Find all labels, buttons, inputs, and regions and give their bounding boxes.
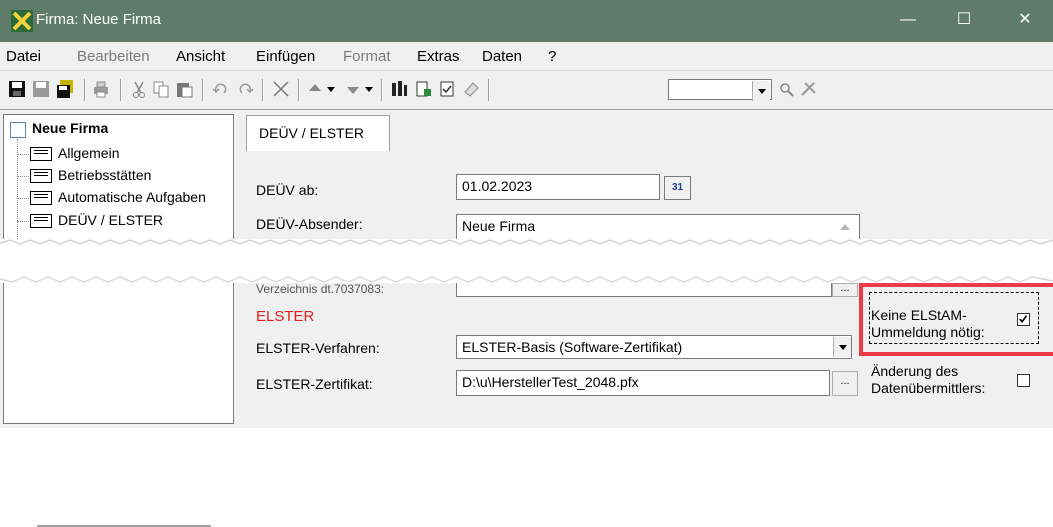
save-all-icon[interactable]	[56, 80, 74, 98]
minimize-button[interactable]: —	[880, 0, 936, 42]
calendar-icon[interactable]: 31	[664, 176, 691, 200]
toolbar-separator	[84, 79, 86, 101]
tree-root-icon	[10, 122, 26, 138]
folder-icon	[30, 147, 52, 161]
toolbar-separator	[488, 79, 490, 101]
toolbar-separator	[298, 79, 300, 101]
window-title: Firma: Neue Firma	[36, 11, 162, 28]
copy-icon[interactable]	[152, 80, 170, 98]
menu-datei[interactable]: Datei	[6, 48, 41, 65]
title-bar: Firma: Neue Firma — ☐ ✕	[0, 0, 1053, 42]
tools-icon[interactable]	[800, 80, 818, 98]
keine-elstam-label[interactable]: Keine ELStAM- Ummeldung nötig:	[871, 307, 985, 341]
browse-certificate-button[interactable]: ...	[832, 371, 858, 396]
menu-daten[interactable]: Daten	[482, 48, 522, 65]
checklist-icon[interactable]	[438, 80, 456, 98]
elster-verfahren-label: ELSTER-Verfahren:	[256, 340, 380, 356]
folder-icon	[30, 214, 52, 228]
aenderung-checkbox[interactable]	[1017, 374, 1030, 387]
toolbar-separator	[120, 79, 122, 101]
delete-icon[interactable]	[272, 80, 290, 98]
save-icon[interactable]	[8, 80, 26, 98]
tree-item-label: Allgemein	[58, 145, 120, 161]
tree-item-label: Betriebsstätten	[58, 167, 152, 183]
elster-zertifikat-label: ELSTER-Zertifikat:	[256, 376, 373, 392]
menu-bearbeiten[interactable]: Bearbeiten	[77, 48, 150, 65]
columns-icon[interactable]	[390, 80, 408, 98]
paste-icon[interactable]	[175, 80, 193, 98]
zoom-icon[interactable]	[778, 80, 796, 98]
dropdown-arrow-icon[interactable]	[322, 80, 340, 98]
menu-help[interactable]: ?	[548, 48, 556, 65]
menu-bar: Datei Bearbeiten Ansicht Einfügen Format…	[0, 42, 1053, 70]
folder-icon	[30, 191, 52, 205]
verzeichnis-field[interactable]	[456, 283, 832, 297]
undo-icon[interactable]	[212, 80, 230, 98]
elster-zertifikat-field[interactable]: D:\u\HerstellerTest_2048.pfx	[456, 370, 830, 396]
tab-deuev-elster[interactable]: DEÜV / ELSTER	[246, 115, 390, 151]
deuev-ab-field[interactable]: 01.02.2023	[456, 174, 660, 200]
tree-item-label: DEÜV / ELSTER	[58, 212, 164, 228]
save-as-icon[interactable]	[32, 80, 50, 98]
tree-connector	[17, 139, 18, 255]
toolbar-separator	[381, 79, 383, 101]
app-logo-icon	[11, 10, 33, 32]
tree-root-label[interactable]: Neue Firma	[32, 120, 108, 136]
folder-icon	[30, 169, 52, 183]
deuev-ab-label: DEÜV ab:	[256, 182, 319, 198]
tab-label: DEÜV / ELSTER	[259, 125, 365, 141]
maximize-button[interactable]: ☐	[936, 0, 992, 42]
elster-verfahren-select[interactable]: ELSTER-Basis (Software-Zertifikat)	[456, 335, 852, 359]
toolbar-separator	[262, 79, 264, 101]
scroll-up-icon[interactable]	[838, 222, 852, 232]
chevron-down-icon[interactable]	[752, 81, 770, 101]
menu-einfuegen[interactable]: Einfügen	[256, 48, 315, 65]
eraser-icon[interactable]	[462, 80, 480, 98]
torn-edge-divider	[0, 239, 1053, 283]
redo-icon[interactable]	[236, 80, 254, 98]
print-icon[interactable]	[92, 80, 110, 98]
keine-elstam-checkbox[interactable]	[1017, 313, 1030, 326]
dropdown-arrow-icon[interactable]	[360, 80, 378, 98]
checkmark-icon	[1019, 315, 1028, 323]
toolbar-combo[interactable]	[668, 79, 772, 101]
cut-icon[interactable]	[130, 80, 148, 98]
browse-button[interactable]: ...	[832, 283, 858, 297]
menu-format[interactable]: Format	[343, 48, 391, 65]
chevron-down-icon[interactable]	[833, 337, 851, 357]
close-button[interactable]: ✕	[997, 0, 1053, 42]
toolbar-separator	[202, 79, 204, 101]
verzeichnis-label: Verzeichnis dt.7037083:	[256, 282, 385, 296]
menu-extras[interactable]: Extras	[417, 48, 460, 65]
app-window: Firma: Neue Firma — ☐ ✕ Datei Bearbeiten…	[0, 0, 1053, 527]
menu-ansicht[interactable]: Ansicht	[176, 48, 225, 65]
elster-heading: ELSTER	[256, 308, 315, 325]
deuev-absender-label: DEÜV-Absender:	[256, 216, 363, 232]
toolbar	[0, 70, 1053, 110]
elster-verfahren-value: ELSTER-Basis (Software-Zertifikat)	[462, 339, 683, 355]
tree-item-label: Automatische Aufgaben	[58, 189, 206, 205]
new-page-icon[interactable]	[414, 80, 432, 98]
aenderung-label[interactable]: Änderung des Datenübermittlers:	[871, 363, 985, 397]
